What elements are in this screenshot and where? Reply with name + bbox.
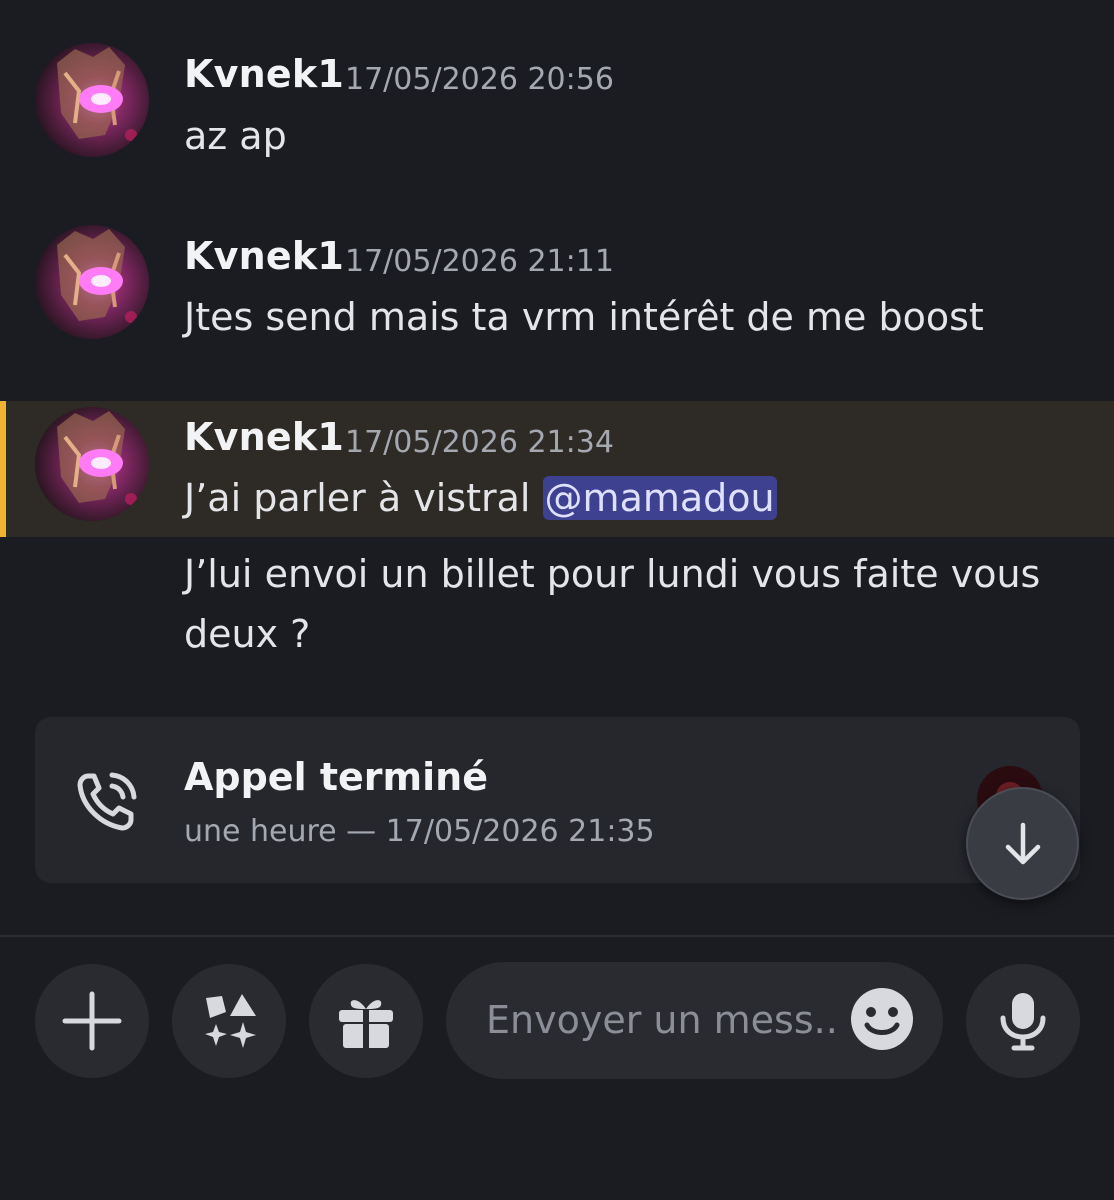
smiley-icon[interactable]	[850, 987, 914, 1051]
message-text-part: J’ai parler à vistral	[184, 476, 543, 520]
message-text: J’ai parler à vistral @mamadou	[184, 476, 777, 520]
scroll-to-bottom-button[interactable]	[966, 787, 1079, 900]
message-item[interactable]: Kvnek1 17/05/2026 20:56 az ap	[0, 0, 1114, 180]
message-text: az ap	[184, 114, 287, 158]
message-text: deux ?	[184, 612, 311, 656]
apps-icon	[205, 994, 256, 1048]
apps-button[interactable]	[172, 964, 286, 1078]
timestamp: 17/05/2026 21:11	[345, 244, 614, 279]
message-item[interactable]: Kvnek1 17/05/2026 21:11 Jtes send mais t…	[0, 180, 1114, 400]
avatar[interactable]	[35, 407, 149, 521]
plus-icon	[62, 991, 122, 1051]
timestamp: 17/05/2026 21:34	[345, 425, 614, 460]
add-attachment-button[interactable]	[35, 964, 149, 1078]
message-input-placeholder: Envoyer un mess..	[486, 998, 838, 1042]
author-name[interactable]: Kvnek1	[184, 415, 344, 459]
avatar[interactable]	[35, 43, 149, 157]
author-name[interactable]: Kvnek1	[184, 234, 344, 278]
timestamp: 17/05/2026 20:56	[345, 62, 614, 97]
gift-icon	[339, 1000, 393, 1048]
voice-message-button[interactable]	[966, 964, 1080, 1078]
message-text: Jtes send mais ta vrm intérêt de me boos…	[184, 295, 984, 339]
arrow-down-icon	[1005, 822, 1040, 864]
call-duration: une heure — 17/05/2026 21:35	[184, 814, 655, 849]
microphone-icon	[1000, 993, 1046, 1051]
phone-call-icon	[74, 768, 140, 834]
message-input[interactable]: Envoyer un mess..	[446, 962, 943, 1079]
message-text: J’lui envoi un billet pour lundi vous fa…	[184, 552, 1041, 596]
composer-divider	[0, 935, 1114, 937]
user-mention[interactable]: @mamadou	[542, 476, 777, 520]
author-name[interactable]: Kvnek1	[184, 52, 344, 96]
call-ended-card[interactable]	[35, 717, 1080, 883]
avatar[interactable]	[35, 225, 149, 339]
message-item-highlighted[interactable]: Kvnek1 17/05/2026 21:34 J’ai parler à vi…	[0, 401, 1114, 537]
gift-button[interactable]	[309, 964, 423, 1078]
call-title: Appel terminé	[184, 755, 488, 799]
chat-screen: Kvnek1 17/05/2026 20:56 az ap Kvnek1 17/…	[0, 0, 1114, 1200]
mention-accent-bar	[0, 401, 6, 537]
